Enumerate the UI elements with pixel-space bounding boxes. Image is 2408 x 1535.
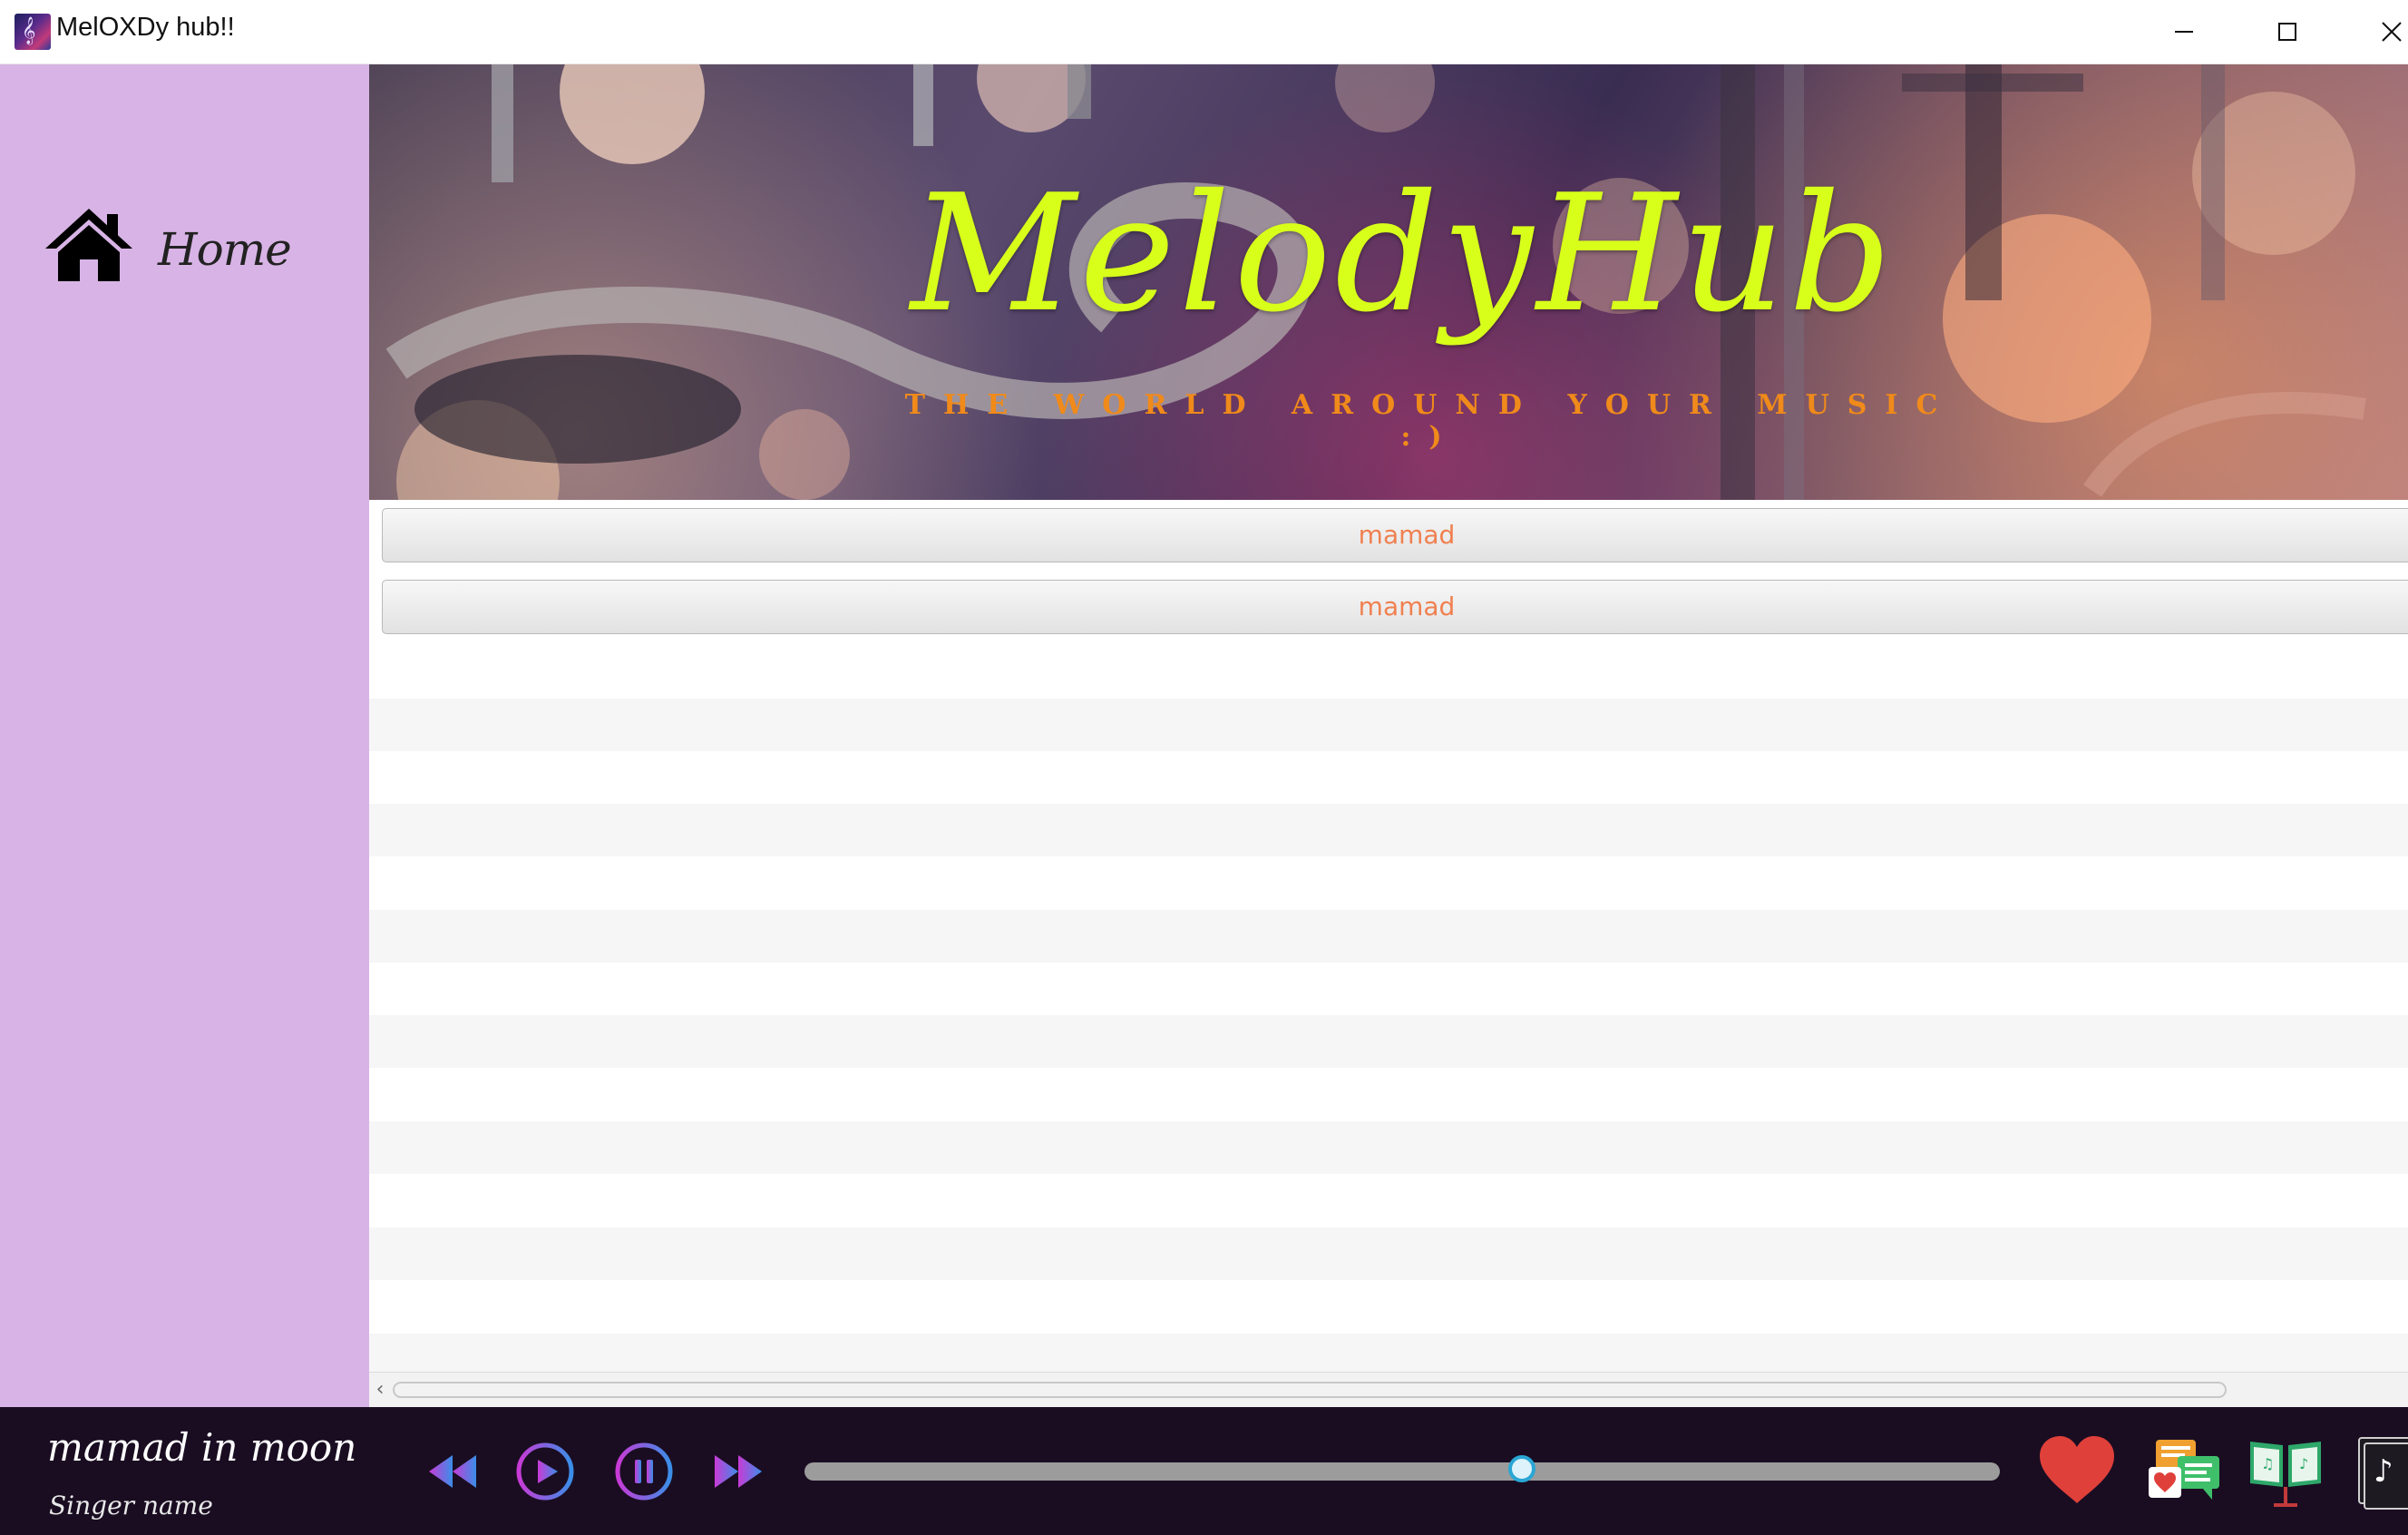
minimize-button[interactable]	[2134, 0, 2234, 64]
svg-text:♪: ♪	[2299, 1455, 2308, 1472]
list-row-stripe	[369, 699, 2408, 751]
list-row-stripe	[369, 1121, 2408, 1174]
pause-button[interactable]	[612, 1440, 676, 1503]
pause-icon	[615, 1442, 673, 1501]
app-icon: 𝄞	[15, 14, 51, 50]
progress-slider[interactable]	[804, 1455, 2000, 1482]
heart-icon	[2040, 1436, 2114, 1503]
svg-text:♪: ♪	[2374, 1453, 2393, 1490]
list-row-stripe	[369, 1227, 2408, 1280]
comments-button[interactable]	[2145, 1431, 2227, 1512]
scroll-left-icon[interactable]: ‹	[369, 1378, 391, 1402]
sidebar: Home	[0, 64, 369, 1407]
home-icon	[45, 209, 132, 281]
horizontal-scrollbar[interactable]: ‹	[369, 1372, 2408, 1407]
singer-name: Singer name	[49, 1491, 213, 1520]
comments-icon	[2149, 1440, 2219, 1500]
sidebar-item-label: Home	[158, 223, 292, 276]
lyrics-book-icon: ♫ ♪	[2250, 1442, 2321, 1507]
progress-slider-knob[interactable]	[1507, 1455, 1535, 1482]
song-list: mamad mamad	[369, 502, 2408, 1373]
fast-forward-icon	[715, 1455, 762, 1488]
rewind-button[interactable]	[422, 1440, 485, 1503]
minimize-icon	[2175, 31, 2193, 33]
title-bar: 𝄞 MelOXDy hub!!	[0, 0, 2408, 64]
favorite-button[interactable]	[2036, 1431, 2118, 1512]
song-button[interactable]: mamad	[382, 580, 2408, 634]
music-file-icon: ♪	[2358, 1437, 2408, 1510]
rewind-icon	[429, 1455, 476, 1488]
now-playing-title: mamad in moon	[47, 1425, 357, 1470]
lyrics-button[interactable]: ♫ ♪	[2245, 1431, 2326, 1512]
music-library-button[interactable]: ♪	[2354, 1431, 2408, 1512]
scrollbar-thumb[interactable]	[393, 1382, 2227, 1398]
maximize-icon	[2278, 23, 2296, 41]
list-row-stripe	[369, 910, 2408, 963]
banner: MelodyHub THE WORLD AROUND YOUR MUSIC :)	[369, 64, 2408, 500]
play-button[interactable]	[513, 1440, 577, 1503]
song-button[interactable]: mamad	[382, 508, 2408, 562]
close-button[interactable]	[2342, 0, 2408, 64]
play-icon	[516, 1442, 574, 1501]
maximize-button[interactable]	[2237, 0, 2337, 64]
fast-forward-button[interactable]	[706, 1440, 769, 1503]
list-row-stripe	[369, 1334, 2408, 1373]
list-row-stripe	[369, 1015, 2408, 1068]
banner-tagline: THE WORLD AROUND YOUR MUSIC :)	[904, 389, 1956, 453]
window-title: MelOXDy hub!!	[56, 13, 235, 42]
svg-text:♫: ♫	[2261, 1455, 2274, 1472]
close-icon	[2382, 22, 2402, 42]
sidebar-item-home[interactable]: Home	[44, 205, 316, 305]
app-logo: MelodyHub	[910, 160, 1896, 347]
list-row-stripe	[369, 804, 2408, 856]
player-bar: mamad in moon Singer name ♫ ♪ ♪	[0, 1407, 2408, 1535]
